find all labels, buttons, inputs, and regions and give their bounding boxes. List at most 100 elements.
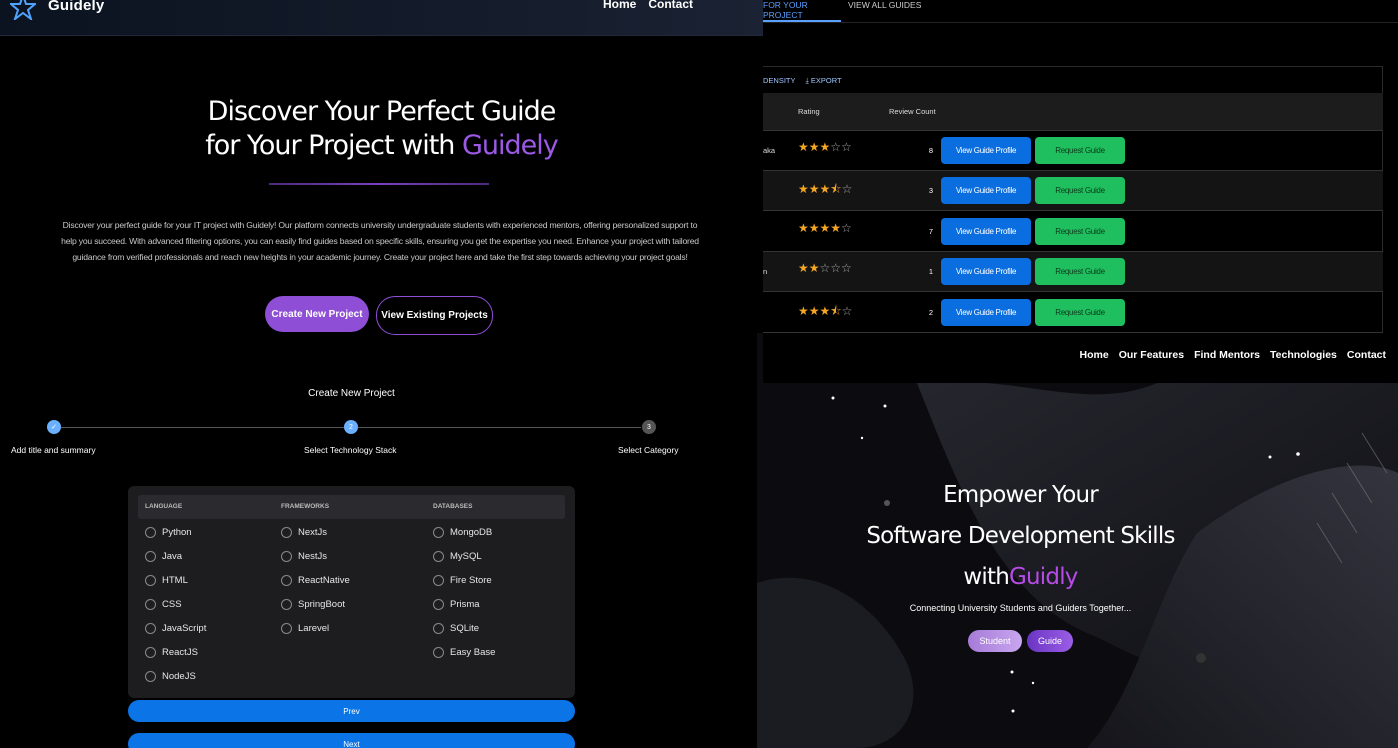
star-rating: ★★★☆☆ — [798, 140, 852, 154]
nav-technologies[interactable]: Technologies — [1270, 349, 1337, 361]
radio-circle-icon[interactable] — [281, 575, 292, 586]
option-label: MongoDB — [450, 527, 493, 538]
language-option[interactable]: CSS — [145, 599, 182, 610]
tech-stack-header: LANGUAGE FRAMEWORKS DATABASES — [138, 495, 565, 519]
wizard-title: Create New Project — [308, 388, 395, 399]
radio-circle-icon[interactable] — [281, 527, 292, 538]
language-option[interactable]: NodeJS — [145, 671, 196, 682]
student-button[interactable]: Student — [968, 630, 1022, 652]
next-button[interactable]: Next — [128, 733, 575, 748]
radio-circle-icon[interactable] — [281, 551, 292, 562]
step-2-label: Select Technology Stack — [304, 445, 397, 455]
nav-find-mentors[interactable]: Find Mentors — [1194, 349, 1260, 361]
table-row: ★★★★☆ 7 View Guide Profile Request Guide — [763, 212, 1383, 252]
hero-accent: Guidely — [461, 130, 559, 161]
databases-option[interactable]: Fire Store — [433, 575, 492, 586]
radio-circle-icon[interactable] — [145, 671, 156, 682]
language-option[interactable]: Python — [145, 527, 192, 538]
create-project-button[interactable]: Create New Project — [265, 296, 369, 332]
radio-circle-icon[interactable] — [145, 551, 156, 562]
radio-circle-icon[interactable] — [145, 623, 156, 634]
density-button[interactable]: DENSITY — [763, 76, 796, 86]
filled-stars-icon: ★★★⯪ — [798, 182, 842, 197]
option-label: Java — [162, 551, 183, 562]
empty-stars-icon: ☆☆ — [830, 140, 852, 154]
review-count-column-header[interactable]: Review Count — [889, 107, 936, 116]
nav-contact[interactable]: Contact — [1347, 349, 1386, 361]
step-3-indicator[interactable]: 3 — [642, 420, 656, 434]
guide-name: n — [763, 267, 768, 277]
radio-circle-icon[interactable] — [433, 551, 444, 562]
view-guide-profile-button[interactable]: View Guide Profile — [941, 137, 1031, 164]
option-label: ReactJS — [162, 647, 198, 658]
radio-circle-icon[interactable] — [145, 527, 156, 538]
databases-option[interactable]: MongoDB — [433, 527, 492, 538]
radio-circle-icon[interactable] — [433, 647, 444, 658]
step-2-indicator[interactable]: 2 — [344, 420, 358, 434]
language-option[interactable]: HTML — [145, 575, 188, 586]
nav-home[interactable]: Home — [1080, 349, 1109, 361]
frameworks-option[interactable]: Larevel — [281, 623, 329, 634]
language-option[interactable]: ReactJS — [145, 647, 198, 658]
review-count: 2 — [928, 307, 933, 317]
filled-stars-icon: ★★ — [798, 261, 820, 276]
frameworks-header: FRAMEWORKS — [281, 503, 330, 510]
radio-circle-icon[interactable] — [281, 599, 292, 610]
view-projects-button[interactable]: View Existing Projects — [376, 296, 493, 335]
view-guide-profile-button[interactable]: View Guide Profile — [941, 298, 1031, 326]
review-count: 1 — [928, 267, 933, 277]
request-guide-button[interactable]: Request Guide — [1035, 258, 1125, 286]
landing-subtitle: Connecting University Students and Guide… — [909, 603, 1132, 613]
radio-circle-icon[interactable] — [145, 575, 156, 586]
radio-circle-icon[interactable] — [433, 599, 444, 610]
radio-circle-icon[interactable] — [145, 647, 156, 658]
landing-title-line-2: Software Development Skills — [866, 523, 1175, 549]
filled-stars-icon: ★★★★ — [798, 220, 842, 235]
prev-button[interactable]: Prev — [128, 700, 575, 722]
star-rating: ★★★★☆ — [798, 221, 852, 235]
landing-title: Empower Your Software Development Skills… — [843, 475, 1198, 598]
language-option[interactable]: JavaScript — [145, 623, 206, 634]
step-connector — [61, 427, 344, 428]
request-guide-button[interactable]: Request Guide — [1035, 217, 1125, 245]
brand-name[interactable]: Guidely — [48, 0, 104, 14]
databases-option[interactable]: Prisma — [433, 599, 480, 610]
step-1-label: Add title and summary — [11, 445, 96, 455]
radio-circle-icon[interactable] — [433, 575, 444, 586]
tab-for-your-project[interactable]: FOR YOUR PROJECT — [763, 0, 841, 22]
databases-option[interactable]: SQLite — [433, 623, 479, 634]
option-label: HTML — [162, 575, 188, 586]
view-guide-profile-button[interactable]: View Guide Profile — [941, 217, 1031, 245]
request-guide-button[interactable]: Request Guide — [1035, 137, 1125, 164]
empty-stars-icon: ☆ — [841, 182, 853, 197]
databases-option[interactable]: Easy Base — [433, 647, 495, 658]
nav-contact[interactable]: Contact — [648, 0, 693, 11]
view-guide-profile-button[interactable]: View Guide Profile — [941, 177, 1031, 205]
language-option[interactable]: Java — [145, 551, 182, 562]
view-guide-profile-button[interactable]: View Guide Profile — [941, 258, 1031, 286]
databases-option[interactable]: MySQL — [433, 551, 482, 562]
landing-title-line-3: withGuidly — [843, 557, 1198, 598]
star-rating: ★★★⯪☆ — [798, 180, 852, 201]
frameworks-option[interactable]: NextJs — [281, 527, 327, 538]
request-guide-button[interactable]: Request Guide — [1035, 177, 1125, 205]
nav-our-features[interactable]: Our Features — [1119, 349, 1184, 361]
guide-button[interactable]: Guide — [1027, 630, 1073, 652]
landing-title-prefix: with — [963, 564, 1009, 590]
frameworks-option[interactable]: ReactNative — [281, 575, 350, 586]
frameworks-option[interactable]: SpringBoot — [281, 599, 345, 610]
radio-circle-icon[interactable] — [433, 527, 444, 538]
tab-view-all-guides[interactable]: VIEW ALL GUIDES — [848, 0, 921, 10]
review-count: 7 — [928, 226, 933, 236]
export-button[interactable]: ⤓ EXPORT — [806, 76, 842, 86]
table-row: n ★★☆☆☆ 1 View Guide Profile Request Guide — [763, 252, 1383, 293]
rating-column-header[interactable]: Rating — [798, 107, 820, 116]
step-1-check-icon[interactable]: ✓ — [47, 420, 61, 434]
request-guide-button[interactable]: Request Guide — [1035, 298, 1125, 326]
nav-home[interactable]: Home — [603, 0, 636, 11]
radio-circle-icon[interactable] — [281, 623, 292, 634]
frameworks-option[interactable]: NestJs — [281, 551, 327, 562]
radio-circle-icon[interactable] — [145, 599, 156, 610]
filled-stars-icon: ★★★ — [798, 140, 831, 154]
radio-circle-icon[interactable] — [433, 623, 444, 634]
